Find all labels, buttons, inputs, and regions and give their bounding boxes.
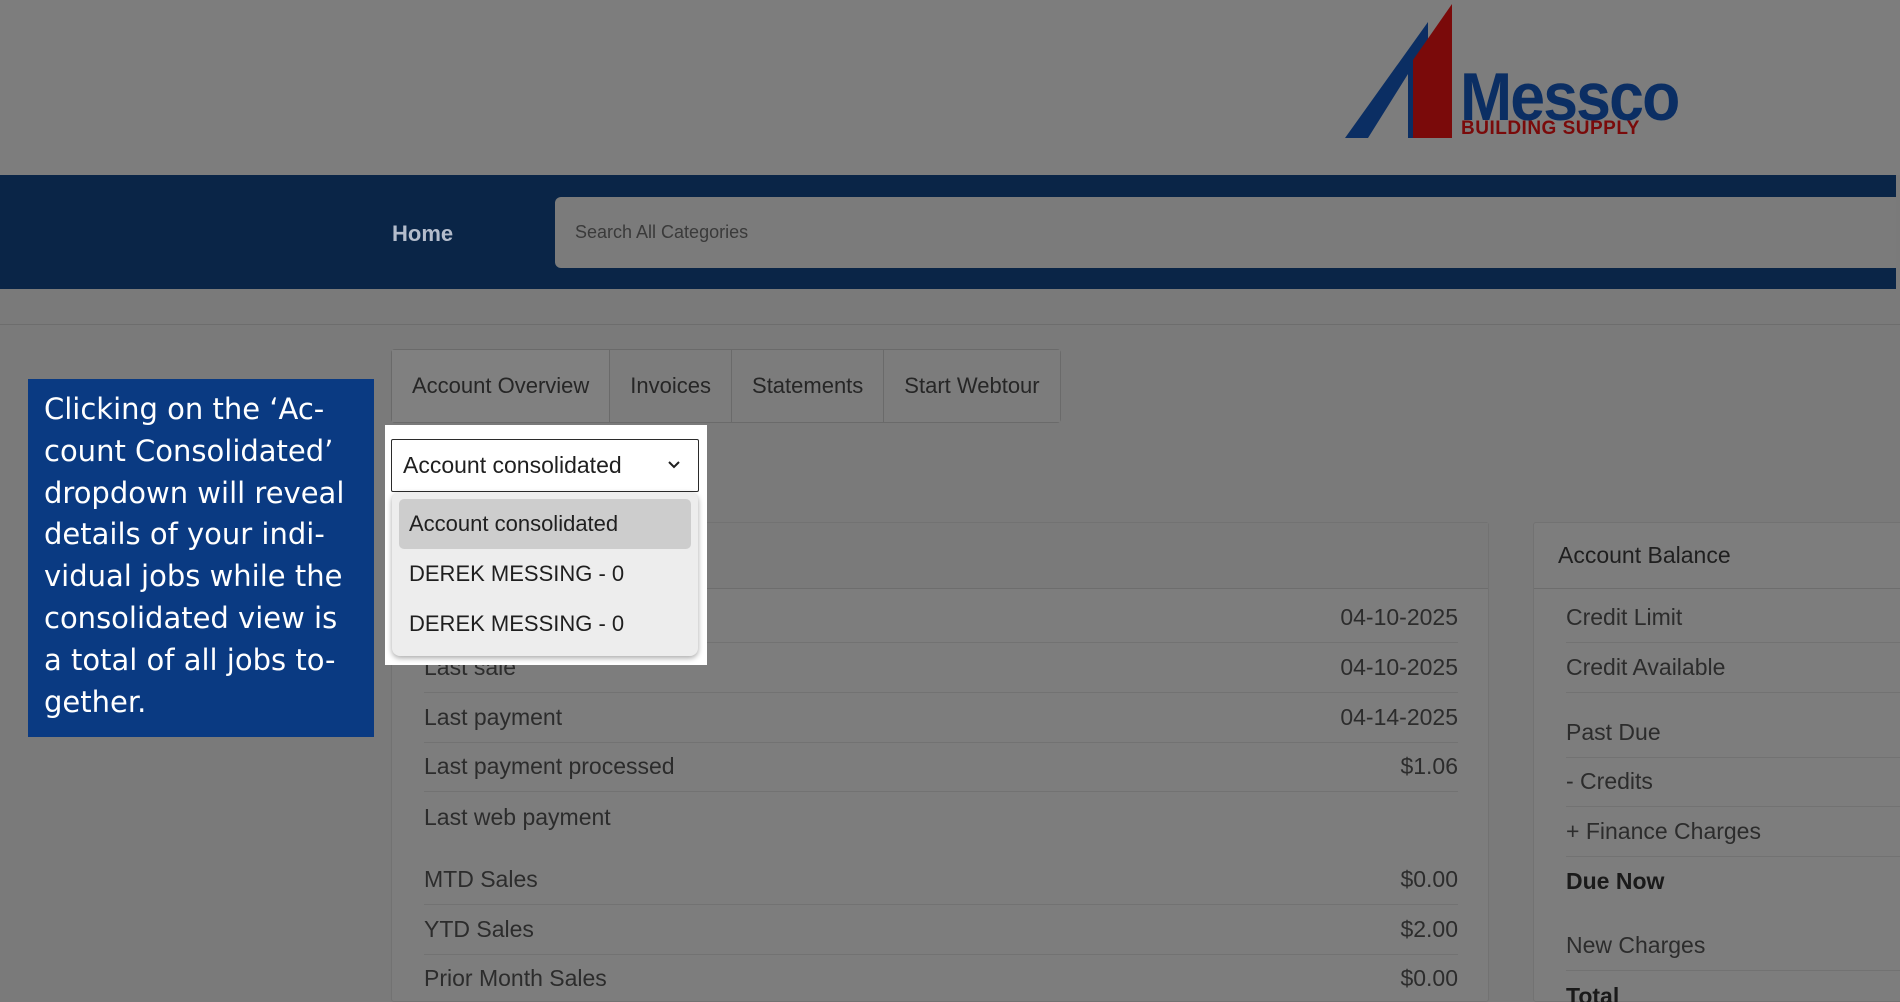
account-balance-panel: Account Balance Credit Limit Credit Avai… [1533,522,1900,1002]
balance-row: Credit Available [1566,643,1900,693]
dropdown-spotlight: Account consolidated Account consolidate… [385,425,707,665]
tab-invoices[interactable]: Invoices [610,350,733,422]
row-label: Prior Month Sales [424,965,607,991]
logo-tagline: BUILDING SUPPLY [1461,118,1640,139]
account-select-menu: Account consolidated DEREK MESSING - 0 D… [392,492,698,656]
main-nav: Home [0,175,1896,289]
balance-row: New Charges [1566,921,1900,971]
balance-row: Credit Limit [1566,593,1900,643]
callout-line: gether. [44,684,147,719]
row-value: $0.00 [1400,965,1458,991]
overview-row: Last web payment [424,792,1458,842]
callout-line: vidual jobs while the [44,559,343,594]
callout-line: Clicking on the ‘Ac- [44,392,325,426]
account-balance-title: Account Balance [1534,523,1900,589]
row-label: YTD Sales [424,916,534,942]
instruction-callout: Clicking on the ‘Ac- count Consolidated’… [28,379,374,737]
row-value: $2.00 [1400,916,1458,942]
balance-row-total: Total [1566,982,1620,1002]
site-header: Messco BUILDING SUPPLY [0,0,1900,175]
row-value: $1.06 [1400,753,1458,779]
row-label: Last payment [424,704,563,730]
callout-line: consolidated view is [44,600,338,635]
callout-line: dropdown will reveal [44,475,345,510]
row-label: MTD Sales [424,866,538,892]
account-select[interactable]: Account consolidated [391,439,699,492]
chevron-down-icon [668,461,680,469]
account-select-value: Account consolidated [403,452,622,478]
account-option[interactable]: Account consolidated [399,499,691,549]
account-option[interactable]: DEREK MESSING - 0 [399,549,691,599]
tab-statements[interactable]: Statements [732,350,885,422]
search-input[interactable] [555,197,1896,268]
row-value: 04-14-2025 [1340,704,1458,730]
balance-row: + Finance Charges [1566,807,1900,857]
tab-account-overview[interactable]: Account Overview [392,350,611,422]
balance-row: - Credits [1566,757,1900,807]
overview-row: Last payment 04-14-2025 [424,693,1458,743]
row-value: $0.00 [1400,866,1458,892]
account-tabs: Account Overview Invoices Statements Sta… [391,349,1061,423]
balance-row: Past Due [1566,708,1900,758]
account-option[interactable]: DEREK MESSING - 0 [399,599,691,649]
callout-line: details of your indi- [44,517,325,552]
overview-row: YTD Sales $2.00 [424,905,1458,955]
nav-home-link[interactable]: Home [392,221,453,247]
tab-start-webtour[interactable]: Start Webtour [884,350,1060,422]
row-label: Last payment processed [424,753,675,779]
callout-line: a total of all jobs to- [44,642,336,677]
overview-row: Prior Month Sales $0.00 [424,954,1458,1002]
messco-logo[interactable]: Messco BUILDING SUPPLY [1340,0,1680,142]
row-value: 04-10-2025 [1340,604,1458,630]
balance-row-due-now: Due Now [1566,867,1665,894]
callout-line: count Consolidated’ [44,433,334,468]
row-value: 04-10-2025 [1340,654,1458,680]
row-label: Last web payment [424,803,611,830]
divider [0,324,1900,325]
overview-row: Last payment processed $1.06 [424,742,1458,792]
overview-row: MTD Sales $0.00 [424,855,1458,905]
